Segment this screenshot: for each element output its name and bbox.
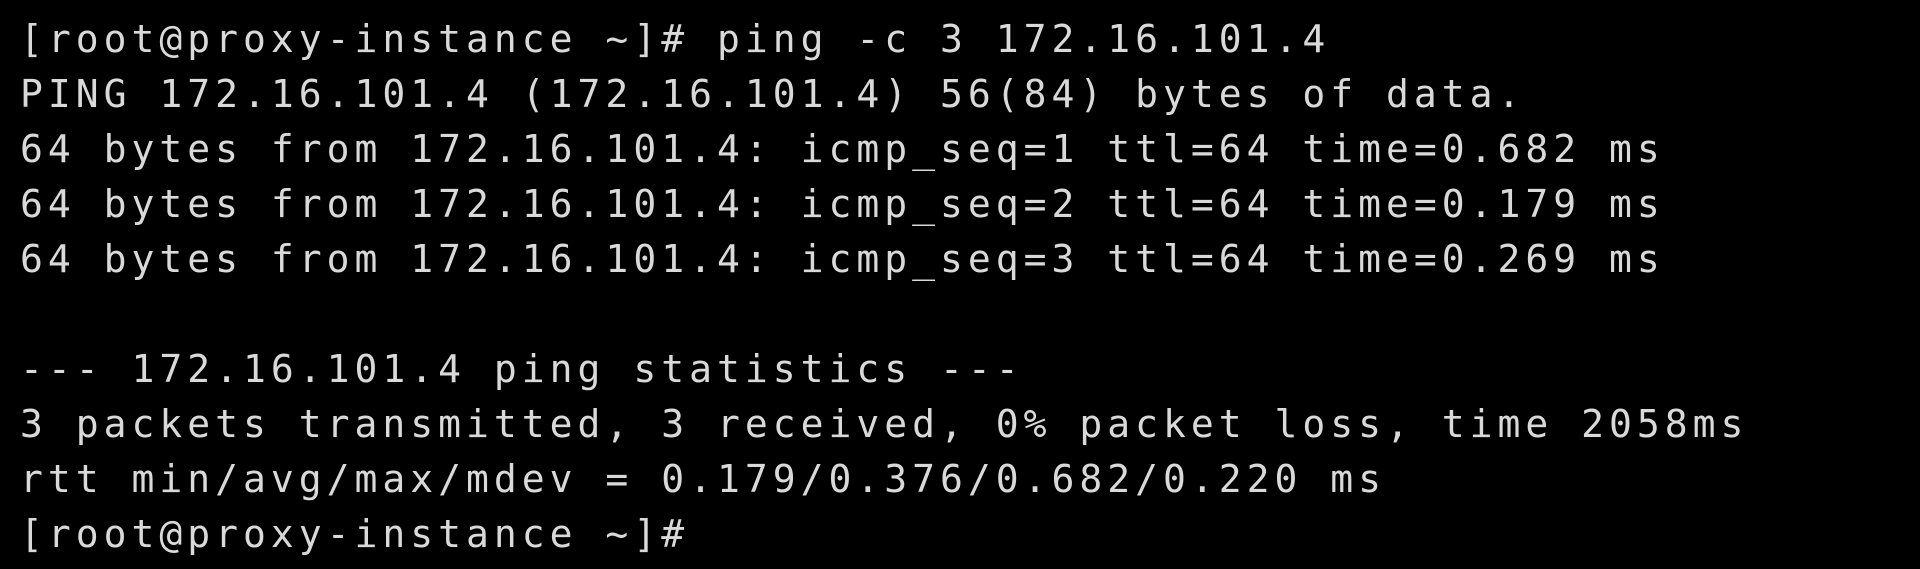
terminal-line-rtt-summary: rtt min/avg/max/mdev = 0.179/0.376/0.682… [20,457,1387,501]
terminal-line-ping-header: PING 172.16.101.4 (172.16.101.4) 56(84) … [20,72,1526,116]
terminal-line-command: [root@proxy-instance ~]# ping -c 3 172.1… [20,17,1331,61]
terminal-line-packet-summary: 3 packets transmitted, 3 received, 0% pa… [20,402,1749,446]
terminal-prompt[interactable]: [root@proxy-instance ~]# [20,507,1920,562]
terminal-line-reply-3: 64 bytes from 172.16.101.4: icmp_seq=3 t… [20,237,1665,281]
terminal-line-stats-header: --- 172.16.101.4 ping statistics --- [20,347,1024,391]
terminal-line-reply-1: 64 bytes from 172.16.101.4: icmp_seq=1 t… [20,127,1665,171]
terminal-line-reply-2: 64 bytes from 172.16.101.4: icmp_seq=2 t… [20,182,1665,226]
terminal-output: [root@proxy-instance ~]# ping -c 3 172.1… [20,12,1920,562]
terminal-window[interactable]: [root@proxy-instance ~]# ping -c 3 172.1… [0,0,1920,562]
